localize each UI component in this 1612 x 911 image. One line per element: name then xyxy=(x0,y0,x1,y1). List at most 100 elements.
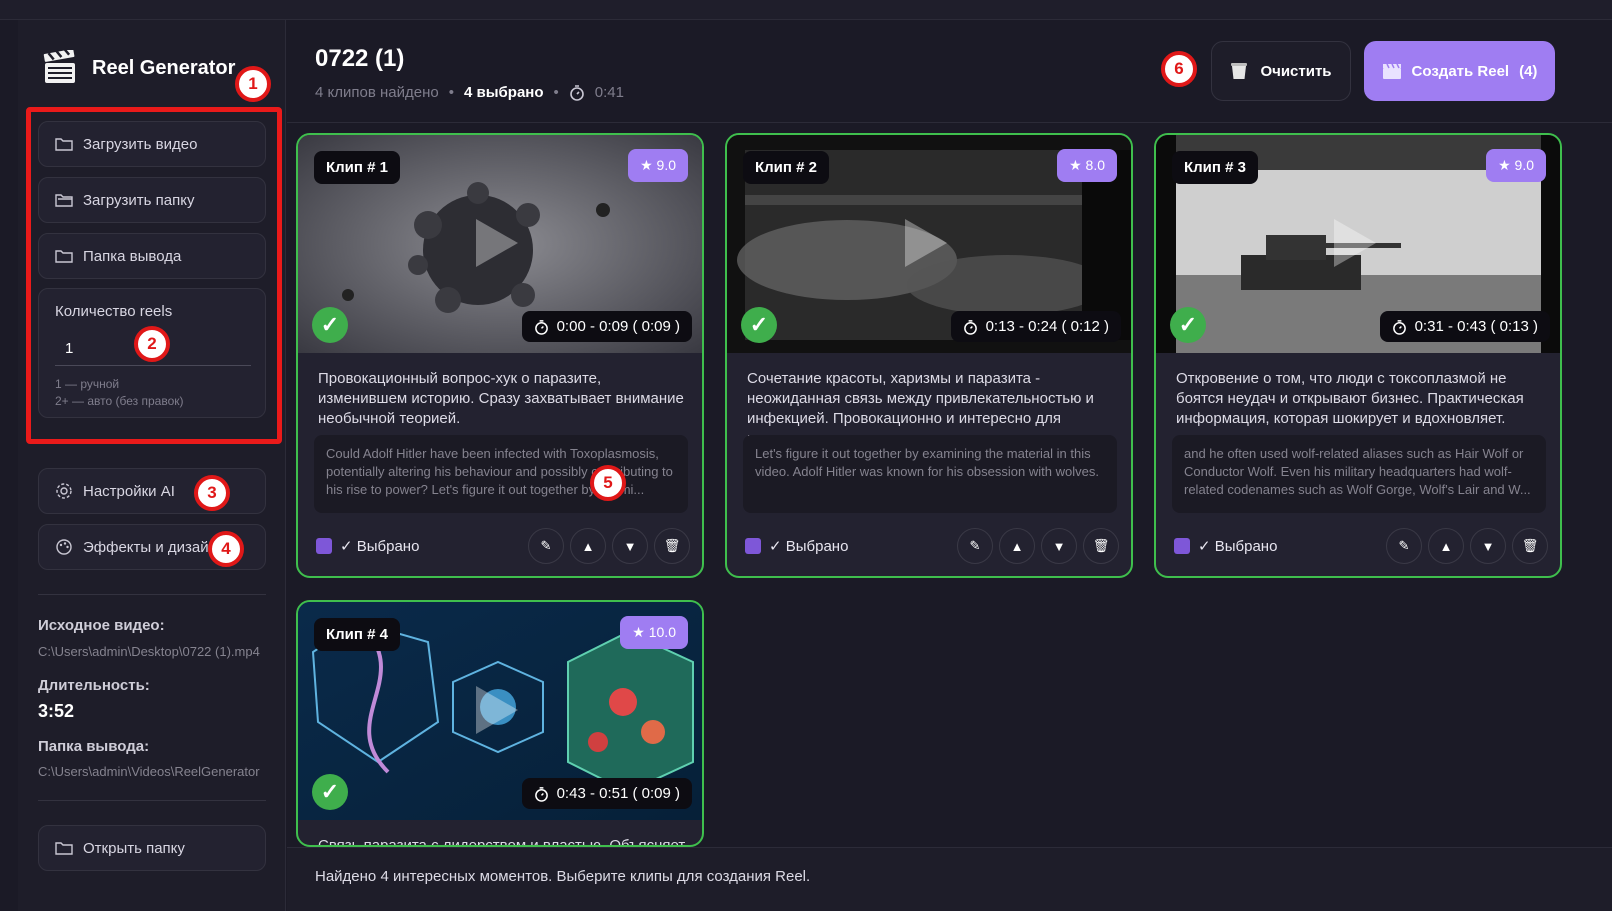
selected-check-icon[interactable]: ✓ xyxy=(312,774,348,810)
select-checkbox[interactable] xyxy=(745,538,761,554)
select-checkbox[interactable] xyxy=(316,538,332,554)
stopwatch-icon xyxy=(1392,319,1406,335)
clip-time-range: 0:13 - 0:24 ( 0:12 ) xyxy=(950,311,1121,342)
clip-tag: Клип # 2 xyxy=(743,151,829,184)
edit-pencil-icon[interactable]: ✎ xyxy=(1386,528,1422,564)
selected-label: ✓ Выбрано xyxy=(340,538,420,555)
stopwatch-icon xyxy=(534,319,548,335)
clip-time-range: 0:43 - 0:51 ( 0:09 ) xyxy=(521,778,692,809)
header: 0722 (1) 4 клипов найдено • 4 выбрано • … xyxy=(287,20,1612,123)
annotation-badge: 5 xyxy=(590,465,626,501)
selected-check-icon[interactable]: ✓ xyxy=(1170,307,1206,343)
annotation-badge: 1 xyxy=(235,66,271,102)
clip-transcript: Let's figure it out together by examinin… xyxy=(743,435,1117,513)
clips-found: 4 клипов найдено xyxy=(315,84,439,101)
selected-label: ✓ Выбрано xyxy=(769,538,849,555)
clip-time-text: 0:00 - 0:09 ( 0:09 ) xyxy=(556,318,680,335)
annotation-badge: 6 xyxy=(1161,51,1197,87)
move-down-icon[interactable]: ▼ xyxy=(1041,528,1077,564)
clip-card[interactable]: Клип # 4 ★ 10.0 ✓ 0:43 - 0:51 ( 0:09 ) С… xyxy=(296,600,704,847)
delete-trash-icon[interactable]: 🗑 xyxy=(1512,528,1548,564)
clip-score-badge: ★ 9.0 xyxy=(1486,149,1546,182)
duration-value: 3:52 xyxy=(38,701,75,721)
select-checkbox[interactable] xyxy=(1174,538,1190,554)
annotation-badge: 3 xyxy=(194,475,230,511)
edit-pencil-icon[interactable]: ✎ xyxy=(528,528,564,564)
clip-footer: ✓ Выбрано ✎ ▲ ▼ 🗑 xyxy=(745,527,1119,565)
clip-thumbnail[interactable]: Клип # 3 ★ 9.0 ✓ 0:31 - 0:43 ( 0:13 ) xyxy=(1156,135,1560,353)
play-icon[interactable] xyxy=(476,219,518,267)
clip-thumbnail[interactable]: Клип # 1 ★ 9.0 ✓ 0:00 - 0:09 ( 0:09 ) xyxy=(298,135,702,353)
clip-description: Откровение о том, что люди с токсоплазмо… xyxy=(1176,370,1524,427)
clip-tag: Клип # 3 xyxy=(1172,151,1258,184)
separator-dot: • xyxy=(553,84,559,101)
status-text: Найдено 4 интересных моментов. Выберите … xyxy=(315,868,811,885)
main-content: 0722 (1) 4 клипов найдено • 4 выбрано • … xyxy=(287,20,1612,911)
annotation-badge: 2 xyxy=(134,326,170,362)
window-top-strip xyxy=(0,0,1612,20)
play-icon[interactable] xyxy=(476,686,518,734)
move-down-icon[interactable]: ▼ xyxy=(612,528,648,564)
delete-trash-icon[interactable]: 🗑 xyxy=(654,528,690,564)
move-up-icon[interactable]: ▲ xyxy=(1428,528,1464,564)
clip-footer: ✓ Выбрано ✎ ▲ ▼ 🗑 xyxy=(1174,527,1548,565)
clip-card[interactable]: Клип # 3 ★ 9.0 ✓ 0:31 - 0:43 ( 0:13 ) От… xyxy=(1154,133,1562,578)
open-folder-button[interactable]: Открыть папку xyxy=(38,825,266,871)
clip-time-range: 0:00 - 0:09 ( 0:09 ) xyxy=(521,311,692,342)
selected-label: ✓ Выбрано xyxy=(1198,538,1278,555)
clip-time-text: 0:13 - 0:24 ( 0:12 ) xyxy=(985,318,1109,335)
duration-label: Длительность: xyxy=(38,677,150,694)
play-icon[interactable] xyxy=(905,219,947,267)
clear-label: Очистить xyxy=(1260,62,1332,80)
open-folder-label: Открыть папку xyxy=(83,839,185,857)
effects-label: Эффекты и дизайн xyxy=(83,538,217,556)
annotation-badge: 4 xyxy=(208,531,244,567)
selected-count: 4 выбрано xyxy=(463,84,544,101)
clear-button[interactable]: Очистить xyxy=(1211,41,1351,101)
project-title: 0722 (1) xyxy=(315,45,405,72)
clip-description: Связь паразита с лидерством и властью. О… xyxy=(318,837,686,847)
output-folder-path: C:\Users\admin\Videos\ReelGenerator xyxy=(38,764,260,779)
ai-settings-button[interactable]: Настройки AI xyxy=(38,468,266,514)
move-up-icon[interactable]: ▲ xyxy=(999,528,1035,564)
clip-tag: Клип # 1 xyxy=(314,151,400,184)
clip-transcript: and he often used wolf-related aliases s… xyxy=(1172,435,1546,513)
sidebar-divider xyxy=(38,800,266,801)
selected-check-icon[interactable]: ✓ xyxy=(312,307,348,343)
gear-icon xyxy=(56,483,72,499)
clip-transcript: Could Adolf Hitler have been infected wi… xyxy=(314,435,688,513)
highlight-box xyxy=(26,107,282,444)
clip-time-text: 0:43 - 0:51 ( 0:09 ) xyxy=(556,785,680,802)
delete-trash-icon[interactable]: 🗑 xyxy=(1083,528,1119,564)
create-reel-label: Создать Reel xyxy=(1411,62,1510,80)
clip-thumbnail[interactable]: Клип # 2 ★ 8.0 ✓ 0:13 - 0:24 ( 0:12 ) xyxy=(727,135,1131,353)
clip-time-text: 0:31 - 0:43 ( 0:13 ) xyxy=(1414,318,1538,335)
trash-icon xyxy=(1231,63,1248,79)
clip-score-badge: ★ 10.0 xyxy=(620,616,688,649)
sidebar-divider xyxy=(38,594,266,595)
header-meta: 4 клипов найдено • 4 выбрано • 0:41 xyxy=(315,84,624,101)
selected-check-icon[interactable]: ✓ xyxy=(741,307,777,343)
palette-icon xyxy=(56,539,72,555)
clip-footer: ✓ Выбрано ✎ ▲ ▼ 🗑 xyxy=(316,527,690,565)
status-bar: Найдено 4 интересных моментов. Выберите … xyxy=(287,847,1612,911)
clip-card[interactable]: Клип # 1 ★ 9.0 ✓ 0:00 - 0:09 ( 0:09 ) Пр… xyxy=(296,133,704,578)
edit-pencil-icon[interactable]: ✎ xyxy=(957,528,993,564)
create-reel-count: (4) xyxy=(1519,62,1538,80)
total-duration: 0:41 xyxy=(594,84,624,101)
source-video-label: Исходное видео: xyxy=(38,617,165,634)
play-icon[interactable] xyxy=(1334,219,1376,267)
clip-score-badge: ★ 8.0 xyxy=(1057,149,1117,182)
clapperboard-icon xyxy=(1382,63,1401,79)
separator-dot: • xyxy=(448,84,454,101)
clip-thumbnail[interactable]: Клип # 4 ★ 10.0 ✓ 0:43 - 0:51 ( 0:09 ) xyxy=(298,602,702,820)
clapperboard-icon xyxy=(43,50,75,83)
move-down-icon[interactable]: ▼ xyxy=(1470,528,1506,564)
stopwatch-icon xyxy=(569,85,584,101)
stopwatch-icon xyxy=(963,319,977,335)
create-reel-button[interactable]: Создать Reel (4) xyxy=(1364,41,1555,101)
clip-card[interactable]: Клип # 2 ★ 8.0 ✓ 0:13 - 0:24 ( 0:12 ) Со… xyxy=(725,133,1133,578)
clip-score-badge: ★ 9.0 xyxy=(628,149,688,182)
clip-time-range: 0:31 - 0:43 ( 0:13 ) xyxy=(1379,311,1550,342)
move-up-icon[interactable]: ▲ xyxy=(570,528,606,564)
